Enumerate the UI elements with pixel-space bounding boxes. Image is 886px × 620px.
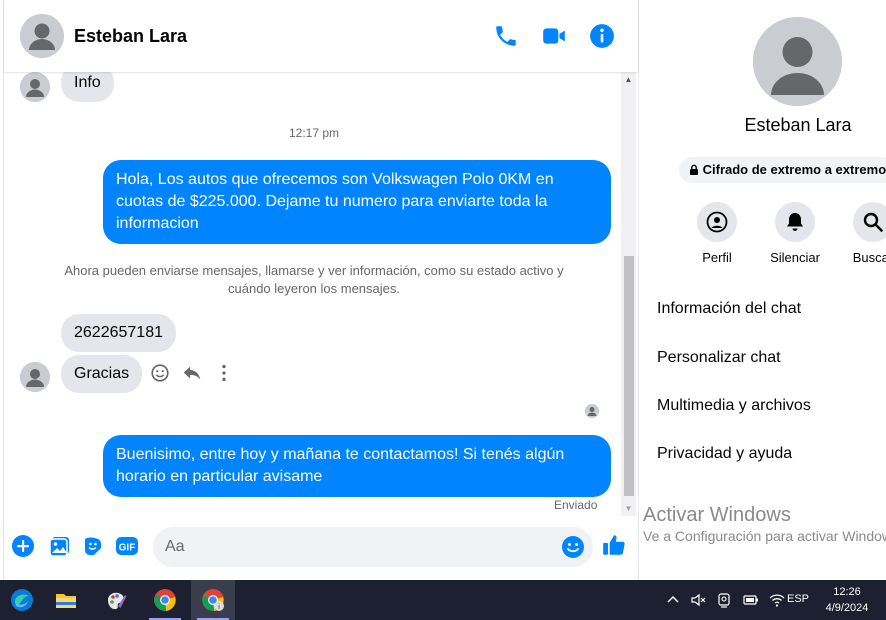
add-icon[interactable] xyxy=(11,534,35,558)
chat-header: Esteban Lara xyxy=(4,0,638,72)
meet-now-icon[interactable] xyxy=(716,591,734,609)
emoji-icon[interactable] xyxy=(561,535,585,559)
outgoing-message[interactable]: Buenisimo, entre hoy y mañana te contact… xyxy=(103,435,611,497)
input-language[interactable]: ESP xyxy=(787,593,809,605)
scroll-up-arrow-icon[interactable]: ▲ xyxy=(621,72,636,87)
battery-icon[interactable] xyxy=(742,591,760,609)
start-button[interactable] xyxy=(0,580,44,620)
windows-logo-icon xyxy=(10,588,34,612)
search-button[interactable]: Buscar xyxy=(837,202,886,265)
messenger-window: Esteban Lara Info 12:17 pm Hola, Los aut… xyxy=(0,0,886,580)
seen-avatar xyxy=(585,404,599,418)
clock-date: 4/9/2024 xyxy=(825,602,869,614)
menu-chat-info[interactable]: Información del chat xyxy=(657,300,801,318)
taskbar-paint[interactable] xyxy=(94,580,138,620)
taskbar-chrome[interactable] xyxy=(143,580,187,620)
windows-taskbar: i ESP 12:26 4/9/2024 xyxy=(0,580,886,620)
system-notice: Ahora pueden enviarse mensajes, llamarse… xyxy=(64,263,564,296)
sent-status: Enviado xyxy=(554,498,598,512)
phone-icon[interactable] xyxy=(493,23,519,49)
message-input-container xyxy=(153,527,593,567)
scrollbar[interactable]: ▲ ▼ xyxy=(621,72,636,516)
scrollbar-thumb[interactable] xyxy=(624,256,634,496)
incoming-message[interactable]: 2622657181 xyxy=(61,314,176,352)
menu-media-files[interactable]: Multimedia y archivos xyxy=(657,397,811,415)
incoming-message[interactable]: Info xyxy=(61,72,114,102)
chevron-up-icon[interactable] xyxy=(664,591,682,609)
menu-customize-chat[interactable]: Personalizar chat xyxy=(657,349,781,367)
message-timestamp: 12:17 pm xyxy=(288,126,340,140)
message-actions xyxy=(149,362,235,384)
lock-icon xyxy=(689,164,699,175)
message-list: Info 12:17 pm Hola, Los autos que ofrece… xyxy=(4,72,624,518)
profile-button[interactable]: Perfil xyxy=(681,202,753,265)
wifi-icon[interactable] xyxy=(768,591,786,609)
taskbar-file-explorer[interactable] xyxy=(44,580,88,620)
composer: GIF xyxy=(4,520,638,576)
profile-avatar[interactable] xyxy=(753,17,842,106)
chrome-profile-icon: i xyxy=(201,588,225,612)
profile-button-label: Perfil xyxy=(702,250,732,265)
outgoing-message[interactable]: Hola, Los autos que ofrecemos son Volksw… xyxy=(103,160,611,244)
conversation-details-panel: Esteban Lara Cifrado de extremo a extrem… xyxy=(638,0,886,580)
contact-avatar-small xyxy=(20,362,50,392)
folder-icon xyxy=(54,588,78,612)
profile-icon xyxy=(706,211,728,233)
incoming-message[interactable]: Gracias xyxy=(61,355,143,393)
contact-name[interactable]: Esteban Lara xyxy=(74,26,187,47)
svg-text:GIF: GIF xyxy=(119,543,136,554)
info-icon[interactable] xyxy=(589,23,615,49)
contact-avatar-small xyxy=(20,72,50,102)
taskbar-chrome-profile[interactable]: i xyxy=(191,580,235,620)
paint-icon xyxy=(104,588,128,612)
menu-privacy-help[interactable]: Privacidad y ayuda xyxy=(657,445,792,463)
video-icon[interactable] xyxy=(541,23,567,49)
encryption-badge: Cifrado de extremo a extremo xyxy=(679,157,886,183)
activate-windows-title: Activar Windows xyxy=(643,504,791,526)
sticker-icon[interactable] xyxy=(81,534,105,558)
reply-icon[interactable] xyxy=(181,362,203,384)
clock[interactable]: 12:26 4/9/2024 xyxy=(812,584,882,616)
photo-icon[interactable] xyxy=(48,534,72,558)
encryption-label: Cifrado de extremo a extremo xyxy=(702,162,886,177)
search-button-label: Buscar xyxy=(852,250,886,265)
bell-icon xyxy=(787,213,803,231)
chrome-icon xyxy=(153,588,177,612)
gif-icon[interactable]: GIF xyxy=(115,534,139,558)
scroll-down-arrow-icon[interactable]: ▼ xyxy=(621,501,636,516)
activate-windows-subtitle: Ve a Configuración para activar Windows. xyxy=(643,528,886,544)
profile-name: Esteban Lara xyxy=(744,115,852,135)
thumbs-up-icon[interactable] xyxy=(601,532,627,558)
more-options-icon[interactable] xyxy=(213,362,235,384)
search-icon xyxy=(863,212,883,232)
system-tray xyxy=(664,580,794,620)
mute-button-label: Silenciar xyxy=(770,250,820,265)
chat-panel: Esteban Lara Info 12:17 pm Hola, Los aut… xyxy=(3,0,638,580)
contact-avatar[interactable] xyxy=(20,14,64,58)
clock-time: 12:26 xyxy=(833,586,861,598)
volume-muted-icon[interactable] xyxy=(690,591,708,609)
message-input[interactable] xyxy=(165,527,545,567)
react-icon[interactable] xyxy=(149,362,171,384)
mute-button[interactable]: Silenciar xyxy=(759,202,831,265)
